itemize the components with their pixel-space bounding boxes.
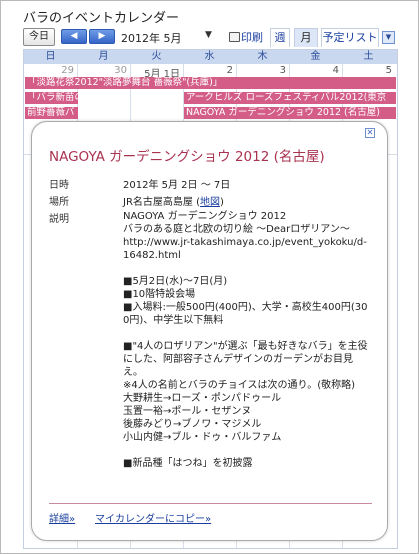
map-link[interactable]: 地図 — [200, 197, 220, 208]
description-line: ■10階特設会場 — [123, 289, 196, 300]
description-line: 16482.html — [123, 250, 181, 261]
description-line: 小山内健→ブル・ドゥ・バルファム — [123, 432, 282, 443]
current-month-label: 2012年 5月 — [121, 32, 182, 45]
calendar-toolbar: 今日 ◀ ▶ 2012年 5月 ▼ 印刷 週 月 予定リスト ▼ — [23, 28, 398, 48]
tab-month-view[interactable]: 月 — [294, 28, 318, 47]
description-line: にした、阿部容子さんデザインのガーデンがお目見 — [123, 354, 353, 365]
day-number[interactable]: 30 — [77, 65, 127, 76]
arrow-right-icon: ▶ — [98, 31, 106, 41]
day-number[interactable]: 3 — [236, 65, 286, 76]
description-line: 後藤みどり→ブノワ・マジメル — [123, 419, 262, 430]
weekday-thursday: 木 — [257, 51, 268, 62]
calendar-event[interactable]: 前野薔薇バ — [25, 107, 78, 119]
place-name: JR名古屋高島屋 ( — [123, 197, 200, 208]
weekday-tuesday: 火 — [151, 51, 162, 62]
tab-week-view[interactable]: 週 — [270, 28, 290, 47]
print-button[interactable]: 印刷 — [229, 29, 263, 45]
print-label: 印刷 — [241, 31, 263, 44]
today-button[interactable]: 今日 — [23, 28, 55, 46]
description-line: 玉置一裕→ポール・セザンヌ — [123, 406, 252, 417]
view-dropdown-button[interactable]: ▼ — [382, 31, 395, 44]
calendar-event[interactable]: アークヒルズ ローズフェスティバル2012(東京 — [184, 92, 396, 104]
description-line: ■5月2日(水)〜7日(月) — [123, 276, 228, 287]
next-period-button[interactable]: ▶ — [89, 29, 115, 44]
month-picker-button[interactable]: ▼ — [205, 30, 212, 40]
place-value: JR名古屋高島屋 (地図) — [123, 193, 224, 208]
event-description: NAGOYA ガーデニングショウ 2012 バラのある庭と北欧の切り絵 〜Dea… — [123, 210, 379, 470]
description-line: ■新品種「はつね」を初披露 — [123, 458, 253, 469]
description-label: 説明 — [49, 214, 69, 225]
place-paren: ) — [219, 197, 224, 208]
close-popup-button[interactable]: ✕ — [365, 128, 375, 138]
copy-to-my-calendar-link[interactable]: マイカレンダーにコピー» — [95, 510, 211, 525]
calendar-event[interactable]: 「バラ新苗の — [25, 92, 78, 104]
event-details-link[interactable]: 詳細» — [49, 510, 75, 525]
calendar-event[interactable]: NAGOYA ガーデニングショウ 2012 (名古屋) — [184, 107, 396, 119]
arrow-left-icon: ◀ — [70, 31, 78, 41]
description-line: 大野耕生→ローズ・ポンパドゥール — [123, 393, 282, 404]
weekday-saturday: 土 — [363, 51, 374, 62]
day-number[interactable]: 29 — [24, 65, 74, 76]
printer-icon — [229, 32, 240, 42]
description-line: ■"4人のロザリアン"が選ぶ「最も好きなバラ」を主役 — [123, 341, 368, 352]
day-number[interactable]: 4 — [289, 65, 339, 76]
tab-agenda-view[interactable]: 予定リスト — [321, 28, 379, 47]
event-title: NAGOYA ガーデニングショウ 2012 (名古屋) — [49, 149, 325, 165]
event-detail-popup: ✕ NAGOYA ガーデニングショウ 2012 (名古屋) 日時 2012年 5… — [31, 121, 388, 541]
description-line: ■入場料:一般500円(400円)、大学・高校生400円(30 — [123, 302, 368, 313]
day-number[interactable]: 2 — [183, 65, 233, 76]
place-label: 場所 — [49, 197, 69, 208]
description-line: バラのある庭と北欧の切り絵 〜Dearロザリアン〜 — [123, 224, 350, 235]
weekday-wednesday: 水 — [204, 51, 215, 62]
prev-period-button[interactable]: ◀ — [61, 29, 87, 44]
chevron-down-icon: ▼ — [385, 33, 392, 41]
description-line: ※4人の名前とバラのチョイスは次の通り。(敬称略) — [123, 380, 356, 391]
description-line: 0円)、中学生以下無料 — [123, 315, 224, 326]
popup-divider — [49, 503, 372, 504]
date-value: 2012年 5月 2日 〜 7日 — [123, 180, 231, 191]
day-number[interactable]: 5 — [342, 65, 392, 76]
weekday-friday: 金 — [310, 51, 321, 62]
weekday-monday: 月 — [98, 51, 109, 62]
chevron-down-icon: ▼ — [205, 30, 212, 40]
description-line: NAGOYA ガーデニングショウ 2012 — [123, 211, 287, 222]
weekday-sunday: 日 — [45, 51, 56, 62]
calendar-event[interactable]: 「淡路花祭2012"淡路夢舞台 薔薇祭"(兵庫)」 — [25, 77, 396, 89]
calendar-window: バラのイベントカレンダー 今日 ◀ ▶ 2012年 5月 ▼ 印刷 週 月 予定… — [0, 0, 419, 554]
description-line: え。 — [123, 367, 143, 378]
date-label: 日時 — [49, 180, 69, 191]
weekday-header: 日 月 火 水 木 金 土 — [24, 50, 397, 64]
close-icon: ✕ — [366, 128, 374, 137]
calendar-title: バラのイベントカレンダー — [23, 11, 180, 26]
description-line: http://www.jr-takashimaya.co.jp/event_yo… — [123, 237, 367, 248]
